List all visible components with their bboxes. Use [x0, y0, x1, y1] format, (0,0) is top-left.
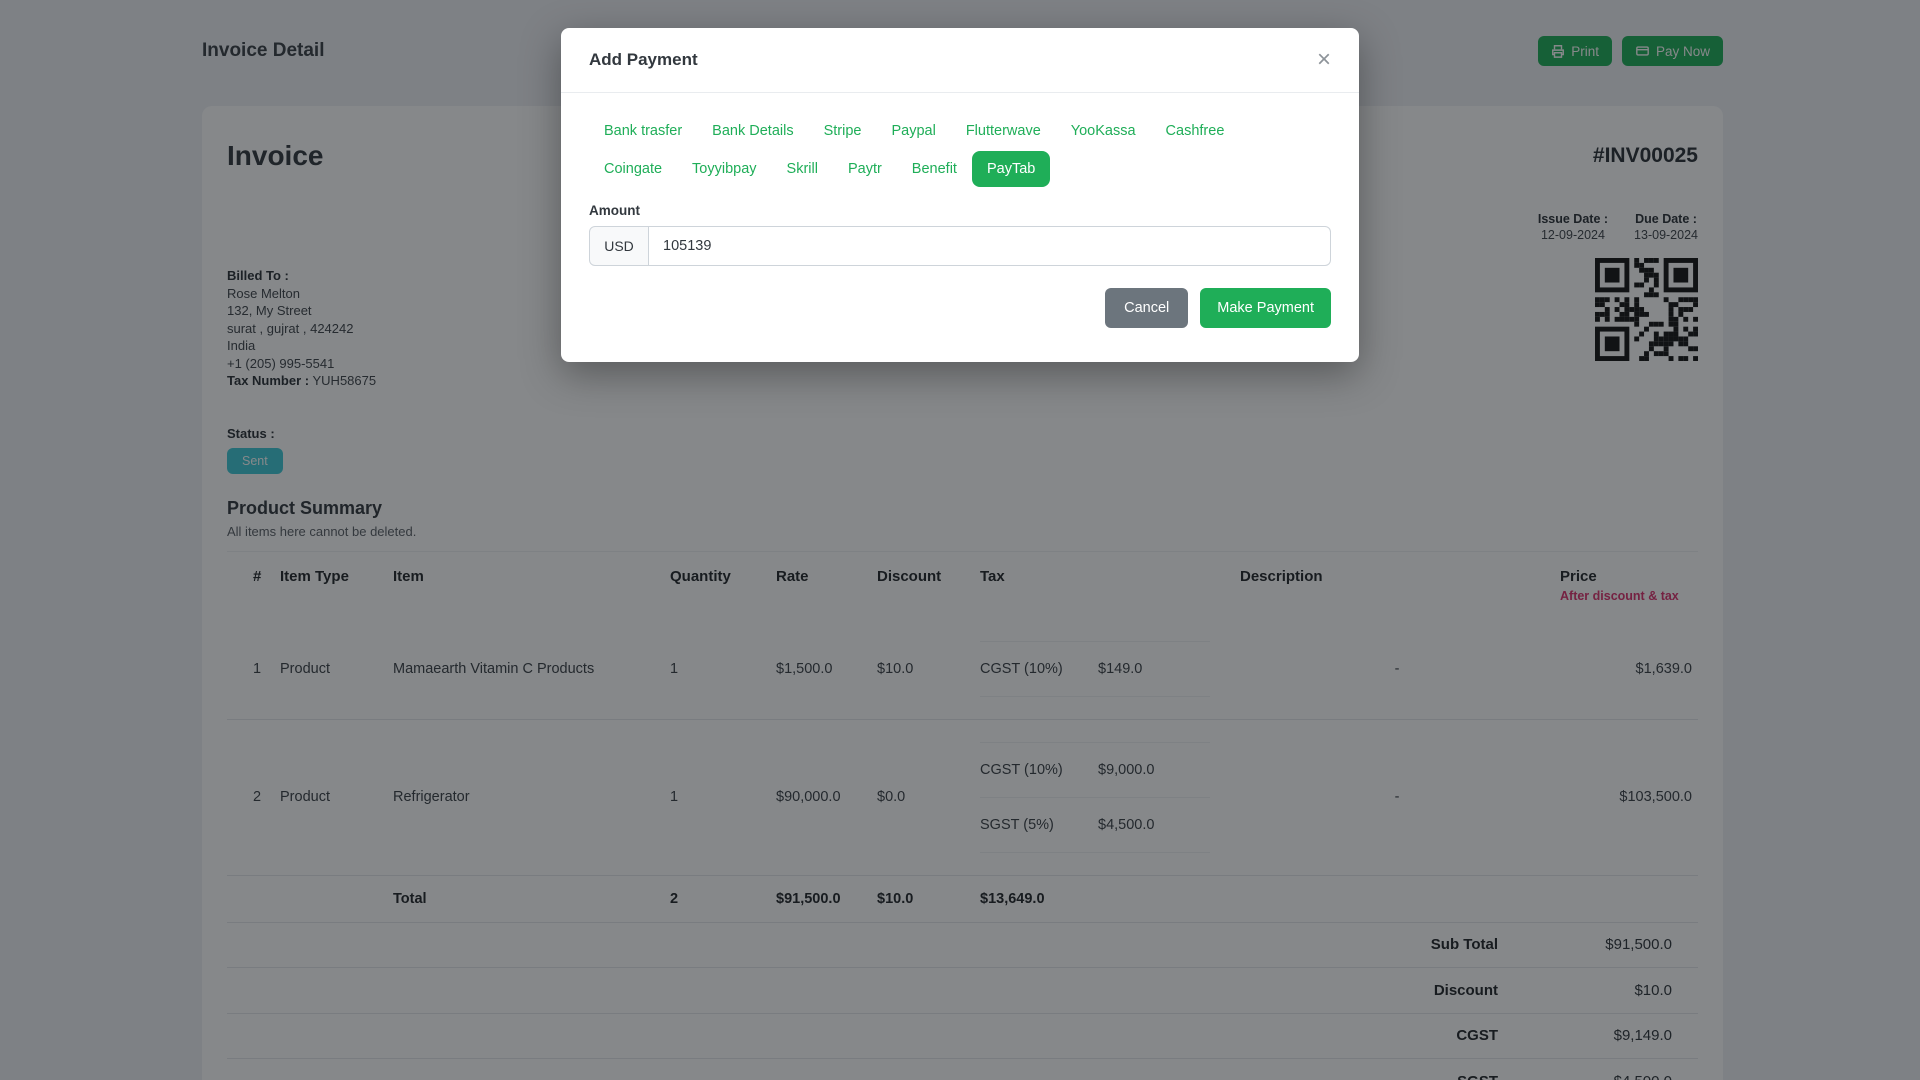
modal-title: Add Payment — [589, 50, 698, 70]
tab-toyyibpay[interactable]: Toyyibpay — [677, 151, 771, 187]
make-payment-button[interactable]: Make Payment — [1200, 288, 1331, 328]
tab-flutterwave[interactable]: Flutterwave — [951, 113, 1056, 149]
amount-input[interactable] — [649, 226, 1331, 266]
close-icon[interactable]: × — [1317, 48, 1331, 72]
payment-tabs-row2: Coingate Toyyibpay Skrill Paytr Benefit … — [589, 151, 1331, 187]
currency-prefix: USD — [589, 226, 649, 266]
tab-cashfree[interactable]: Cashfree — [1151, 113, 1240, 149]
tab-benefit[interactable]: Benefit — [897, 151, 972, 187]
tab-stripe[interactable]: Stripe — [809, 113, 877, 149]
payment-tabs-row1: Bank trasfer Bank Details Stripe Paypal … — [589, 113, 1331, 149]
tab-paypal[interactable]: Paypal — [876, 113, 950, 149]
add-payment-modal: Add Payment × Bank trasfer Bank Details … — [561, 28, 1359, 362]
cancel-button[interactable]: Cancel — [1105, 288, 1188, 328]
tab-coingate[interactable]: Coingate — [589, 151, 677, 187]
tab-yookassa[interactable]: YooKassa — [1056, 113, 1151, 149]
tab-bank-trasfer[interactable]: Bank trasfer — [589, 113, 697, 149]
tab-paytab[interactable]: PayTab — [972, 151, 1050, 187]
tab-paytr[interactable]: Paytr — [833, 151, 897, 187]
amount-label: Amount — [589, 203, 1331, 218]
tab-bank-details[interactable]: Bank Details — [697, 113, 808, 149]
tab-skrill[interactable]: Skrill — [772, 151, 833, 187]
